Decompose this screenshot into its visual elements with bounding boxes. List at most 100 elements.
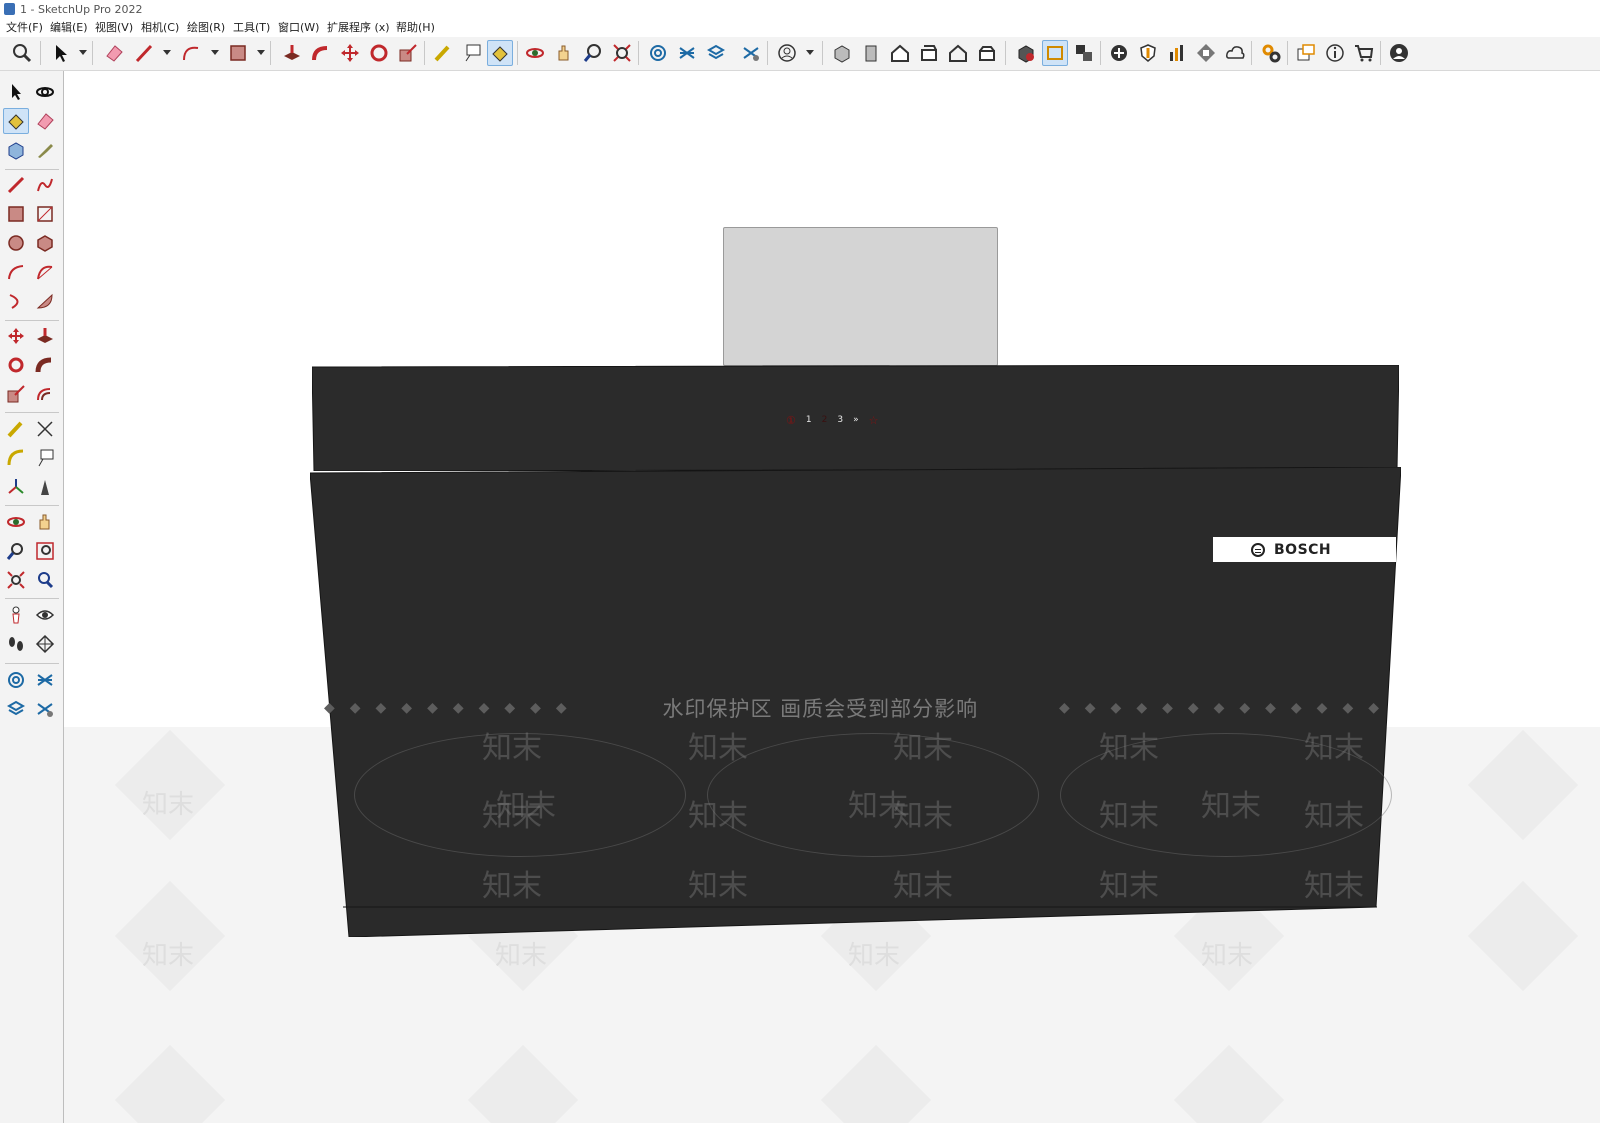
menu-camera[interactable]: 相机(C)	[141, 21, 179, 35]
menu-edit[interactable]: 编辑(E)	[50, 21, 88, 35]
orbit-tool-icon[interactable]	[3, 509, 29, 535]
arc-icon[interactable]	[3, 259, 29, 285]
extension-manager-icon[interactable]	[32, 696, 58, 722]
menu-extensions[interactable]: 扩展程序 (x)	[327, 21, 390, 35]
freehand-icon[interactable]	[32, 172, 58, 198]
left-view-icon[interactable]	[974, 40, 1000, 66]
info-icon[interactable]	[1322, 40, 1348, 66]
section-icon[interactable]	[1042, 40, 1068, 66]
protractor-icon[interactable]	[3, 445, 29, 471]
rotated-rectangle-icon[interactable]	[32, 201, 58, 227]
paint-bucket-icon[interactable]	[3, 108, 29, 134]
zoom-window-icon[interactable]	[32, 538, 58, 564]
eraser-icon[interactable]	[101, 40, 127, 66]
scale-icon[interactable]	[3, 381, 29, 407]
3d-text-icon[interactable]	[32, 474, 58, 500]
warehouse-icon[interactable]	[645, 40, 671, 66]
front-view-icon[interactable]	[858, 40, 884, 66]
two-point-arc-icon[interactable]	[32, 259, 58, 285]
chart-icon[interactable]	[1164, 40, 1190, 66]
three-point-arc-icon[interactable]	[3, 288, 29, 314]
settings-icon[interactable]	[1258, 40, 1284, 66]
look-around-icon[interactable]	[32, 602, 58, 628]
axes-icon[interactable]	[3, 474, 29, 500]
rectangle-icon[interactable]	[225, 40, 251, 66]
layout-icon[interactable]	[703, 40, 729, 66]
arc-icon[interactable]	[178, 40, 204, 66]
follow-me-icon[interactable]	[32, 352, 58, 378]
power-button[interactable]: ①	[786, 414, 796, 427]
tag-icon[interactable]	[32, 137, 58, 163]
layout-icon[interactable]	[3, 696, 29, 722]
text-icon[interactable]	[459, 40, 485, 66]
paint-bucket-icon[interactable]	[487, 40, 513, 66]
back-view-icon[interactable]	[945, 40, 971, 66]
text-icon[interactable]	[32, 445, 58, 471]
arc-dropdown[interactable]	[211, 50, 219, 55]
menu-tools[interactable]: 工具(T)	[233, 21, 270, 35]
zoom-icon[interactable]	[9, 40, 35, 66]
orbit-icon[interactable]	[522, 40, 548, 66]
speed-2-button[interactable]: 2	[822, 415, 828, 425]
light-button[interactable]: ☆	[869, 414, 879, 427]
speed-1-button[interactable]: 1	[806, 415, 812, 425]
walk-icon[interactable]	[3, 631, 29, 657]
tape-measure-icon[interactable]	[3, 416, 29, 442]
top-view-icon[interactable]	[887, 40, 913, 66]
right-view-icon[interactable]	[916, 40, 942, 66]
menu-help[interactable]: 帮助(H)	[396, 21, 435, 35]
extension-warehouse-icon[interactable]	[674, 40, 700, 66]
model-viewport[interactable]: 知末 知末 知末 知末 知末 ① 1 2 3 » ☆ BOSCH 知末 知末 知…	[64, 71, 1600, 1123]
select-dropdown[interactable]	[79, 50, 87, 55]
rotate-icon[interactable]	[3, 352, 29, 378]
pan-icon[interactable]	[551, 40, 577, 66]
warehouse-icon[interactable]	[3, 667, 29, 693]
menu-window[interactable]: 窗口(W)	[278, 21, 319, 35]
user-dropdown[interactable]	[806, 50, 814, 55]
line-icon[interactable]	[3, 172, 29, 198]
orbit-icon[interactable]	[32, 79, 58, 105]
user-icon[interactable]	[774, 40, 800, 66]
chimney-duct[interactable]	[723, 227, 998, 366]
line-icon[interactable]	[131, 40, 157, 66]
eraser-icon[interactable]	[32, 108, 58, 134]
zoom-extents-icon[interactable]	[3, 567, 29, 593]
rectangle-icon[interactable]	[3, 201, 29, 227]
window-icon[interactable]	[1293, 40, 1319, 66]
zoom-tool-icon[interactable]	[580, 40, 606, 66]
add-icon[interactable]	[1106, 40, 1132, 66]
polygon-icon[interactable]	[32, 230, 58, 256]
push-pull-icon[interactable]	[32, 323, 58, 349]
menu-view[interactable]: 视图(V)	[95, 21, 133, 35]
component-icon[interactable]	[1071, 40, 1097, 66]
pie-icon[interactable]	[32, 288, 58, 314]
position-camera-icon[interactable]	[3, 602, 29, 628]
circle-icon[interactable]	[3, 230, 29, 256]
cart-icon[interactable]	[1351, 40, 1377, 66]
solid-tools-icon[interactable]	[1013, 40, 1039, 66]
menu-draw[interactable]: 绘图(R)	[187, 21, 225, 35]
tape-measure-icon[interactable]	[430, 40, 456, 66]
section-plane-icon[interactable]	[32, 631, 58, 657]
menu-file[interactable]: 文件(F)	[6, 21, 43, 35]
line-dropdown[interactable]	[163, 50, 171, 55]
pan-icon[interactable]	[32, 509, 58, 535]
component-icon[interactable]	[3, 137, 29, 163]
move-icon[interactable]	[337, 40, 363, 66]
select-icon[interactable]	[48, 40, 74, 66]
account-icon[interactable]	[1386, 40, 1412, 66]
boost-button[interactable]: »	[853, 415, 859, 425]
extension-manager-icon[interactable]	[738, 40, 764, 66]
previous-view-icon[interactable]	[32, 567, 58, 593]
zoom-icon[interactable]	[3, 538, 29, 564]
iso-view-icon[interactable]	[829, 40, 855, 66]
push-pull-icon[interactable]	[279, 40, 305, 66]
follow-me-icon[interactable]	[308, 40, 334, 66]
dimension-icon[interactable]	[32, 416, 58, 442]
zoom-extents-icon[interactable]	[609, 40, 635, 66]
move-icon[interactable]	[3, 323, 29, 349]
rotate-icon[interactable]	[366, 40, 392, 66]
checker-icon[interactable]	[1193, 40, 1219, 66]
shield-icon[interactable]	[1135, 40, 1161, 66]
select-icon[interactable]	[3, 79, 29, 105]
